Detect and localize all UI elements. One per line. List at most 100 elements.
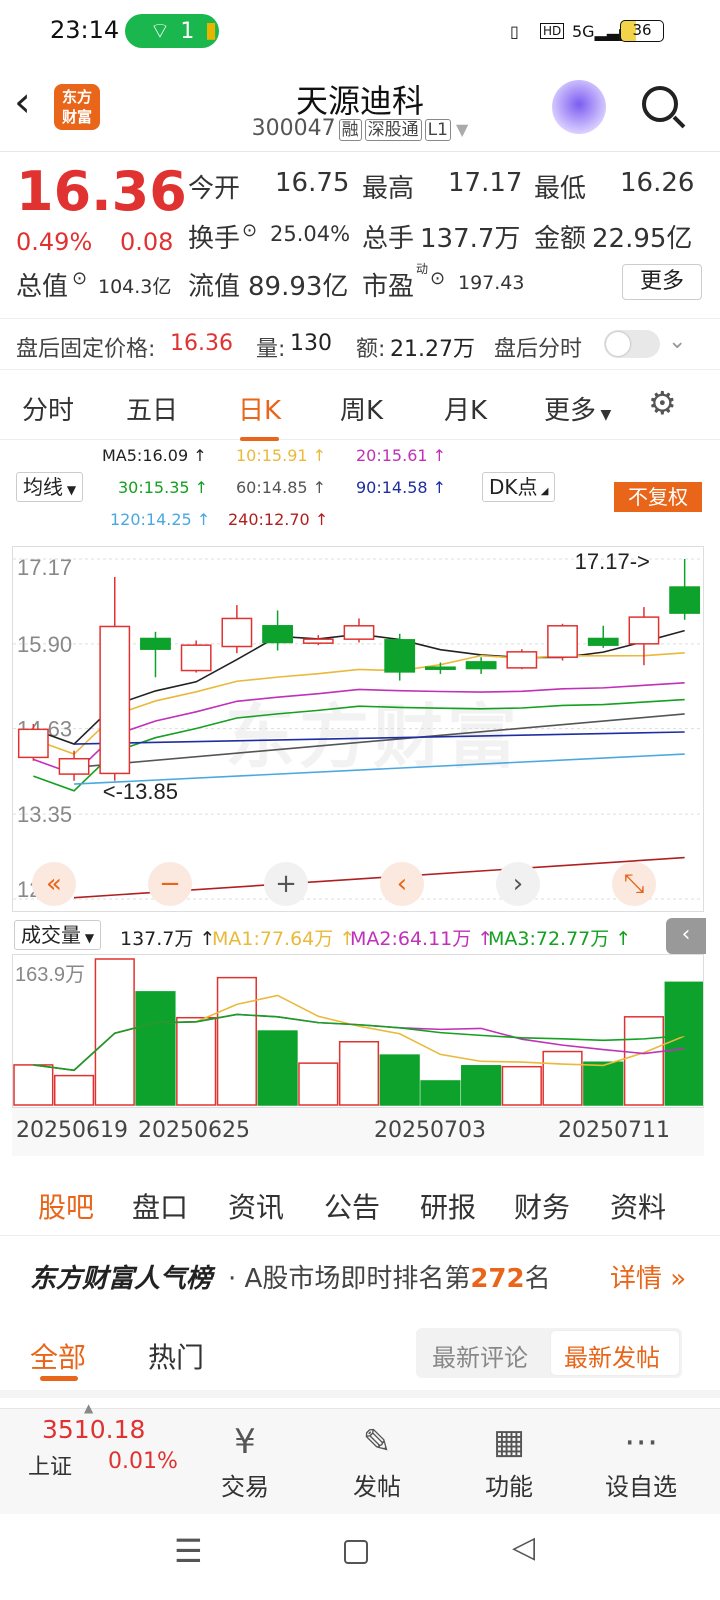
ma-long-line [73,713,685,769]
dk-select[interactable]: DK点 ◢ [482,472,556,502]
dk-select-label: DK点 [489,475,538,499]
filter-all[interactable]: 全部 [30,1336,86,1376]
corner-caret-icon: ◢ [537,486,549,497]
post-filters: 全部 热门 最新评论 最新发帖 [0,1314,720,1398]
high-label: 最高 [362,174,415,204]
info-icon[interactable]: ⊙ [430,268,445,289]
bottom-nav: ▲ 3510.18 上证 0.01% ¥ 交易 ✎ 发帖 ▦ 功能 ⋯ 设自选 [0,1401,720,1514]
tab-daily-k[interactable]: 日K [238,390,281,441]
tab-finance[interactable]: 财务 [514,1186,570,1226]
turnover-value: 25.04% [270,222,351,246]
after-price: 16.36 [170,331,233,356]
ma20-value: 20:15.61 ↑ [356,446,447,465]
candle-body [384,639,416,673]
hotspot-count: 1 [180,18,195,44]
back-nav-icon[interactable]: ◁ [512,1530,535,1565]
ma30-text: 30:15.35 [118,478,190,497]
info-icon[interactable]: ⊙ [242,220,257,241]
nav-watchlist[interactable]: ⋯ 设自选 [586,1417,696,1502]
fullscreen-icon[interactable]: ⤡ [612,862,656,906]
tab-guba[interactable]: 股吧 [38,1186,94,1226]
info-icon[interactable]: ⊙ [72,268,87,289]
tab-profile[interactable]: 资料 [610,1186,666,1226]
candle-body [140,637,171,650]
tab-research[interactable]: 研报 [420,1186,476,1226]
pe-label: 市盈 [362,272,415,302]
home-icon[interactable] [344,1540,368,1564]
volume-bar [13,1064,54,1106]
ma-long-line [74,731,685,745]
volume-select[interactable]: 成交量 ▼ [14,920,102,950]
volume-bar [583,1061,624,1106]
last-price: 16.36 [16,160,187,223]
popularity-rank[interactable]: 东方财富人气榜 · A股市场即时排名第272名 详情 » [0,1236,720,1314]
tab-pankou[interactable]: 盘口 [132,1186,188,1226]
adjust-select[interactable]: 不复权 [614,482,702,512]
volume-chart[interactable]: 163.9万 [12,954,704,1108]
date-label: 20250619 [16,1118,128,1143]
period-tabs: 分时 五日 日K 周K 月K 更多 ▼ ⚙ [0,372,720,441]
dropdown-icon[interactable]: ▼ [451,120,468,139]
edit-icon: ✎ [362,1422,392,1462]
float-value: 89.93亿 [248,272,349,302]
amount-value: 22.95亿 [592,224,693,254]
indicator-select[interactable]: 均线 ▼ [16,472,84,502]
step-left-icon[interactable]: ‹ [380,862,424,906]
candle-body [180,644,212,672]
volume-bar [664,981,703,1106]
menu-icon[interactable]: ☰ [174,1532,203,1570]
hd-icon: HD [540,23,565,39]
vol-ma3: MA3:72.77万 ↑ [488,928,632,950]
volume-bar [53,1074,95,1106]
filter-hot[interactable]: 热门 [148,1336,204,1376]
ma10-text: 10:15.91 [236,446,308,465]
vol-ma3-text: MA3:72.77万 [488,928,610,950]
tag-margin: 融 [338,119,362,141]
date-label: 20250625 [138,1118,250,1143]
date-axis: 20250619 20250625 20250703 20250711 [12,1108,704,1156]
ma60-text: 60:14.85 [236,478,308,497]
settings-gear-icon[interactable]: ⚙ [648,384,677,422]
nav-functions[interactable]: ▦ 功能 [454,1417,564,1502]
nav-post[interactable]: ✎ 发帖 [322,1417,432,1502]
tab-more[interactable]: 更多 ▼ [544,390,611,427]
battery-icon: 36 [620,20,664,42]
stock-code-line: 300047 融深股通 L1 ▼ [0,116,720,141]
zoom-in-icon[interactable]: + [264,862,308,906]
rank-brand: 东方财富人气榜 [30,1264,213,1294]
index-value[interactable]: 3510.18 [42,1415,145,1444]
grid-icon: ▦ [492,1422,526,1462]
fast-back-icon[interactable]: « [32,862,76,906]
sort-latest-comment[interactable]: 最新评论 [432,1338,528,1373]
after-hours-toggle[interactable] [604,330,660,358]
step-right-icon[interactable]: › [496,862,540,906]
status-time: 23:14 [50,16,120,44]
chevron-down-icon[interactable]: ⌄ [668,329,686,354]
ma120-value: 120:14.25 ↑ [110,510,211,529]
collapse-panel-icon[interactable]: ‹ [666,918,706,954]
rank-detail-link[interactable]: 详情 » [610,1258,686,1295]
tab-announcements[interactable]: 公告 [324,1186,380,1226]
more-button[interactable]: 更多 [622,264,702,300]
vol-ma1-text: MA1:77.64万 [212,928,334,950]
float-label: 流值 [188,272,241,302]
tab-news[interactable]: 资讯 [228,1186,284,1226]
zoom-out-icon[interactable]: − [148,862,192,906]
vol-ma2-text: MA2:64.11万 [350,928,472,950]
nav-trade-label: 交易 [221,1473,269,1501]
nav-trade[interactable]: ¥ 交易 [190,1417,300,1502]
robot-avatar-icon[interactable] [552,80,606,134]
kline-chart[interactable]: 东方财富 17.1715.9014.6313.3512.0817.17-><-1… [12,546,704,912]
tab-monthly-k[interactable]: 月K [444,390,487,427]
tab-weekly-k[interactable]: 周K [340,390,383,427]
open-value: 16.75 [275,168,350,198]
sort-latest-post[interactable]: 最新发帖 [564,1338,660,1373]
tab-timeshare[interactable]: 分时 [22,390,74,427]
amount-label: 金额 [534,224,587,254]
tab-five-day[interactable]: 五日 [126,390,178,427]
volume-header: 成交量 ▼ 137.7万 ↑ MA1:77.64万 ↑ MA2:64.11万 ↑… [0,916,720,954]
volume-bar [135,991,176,1106]
hotspot-icon: ⌔ [149,19,171,44]
more-dots-icon: ⋯ [624,1422,658,1462]
caret-down-icon: ▼ [81,931,95,945]
